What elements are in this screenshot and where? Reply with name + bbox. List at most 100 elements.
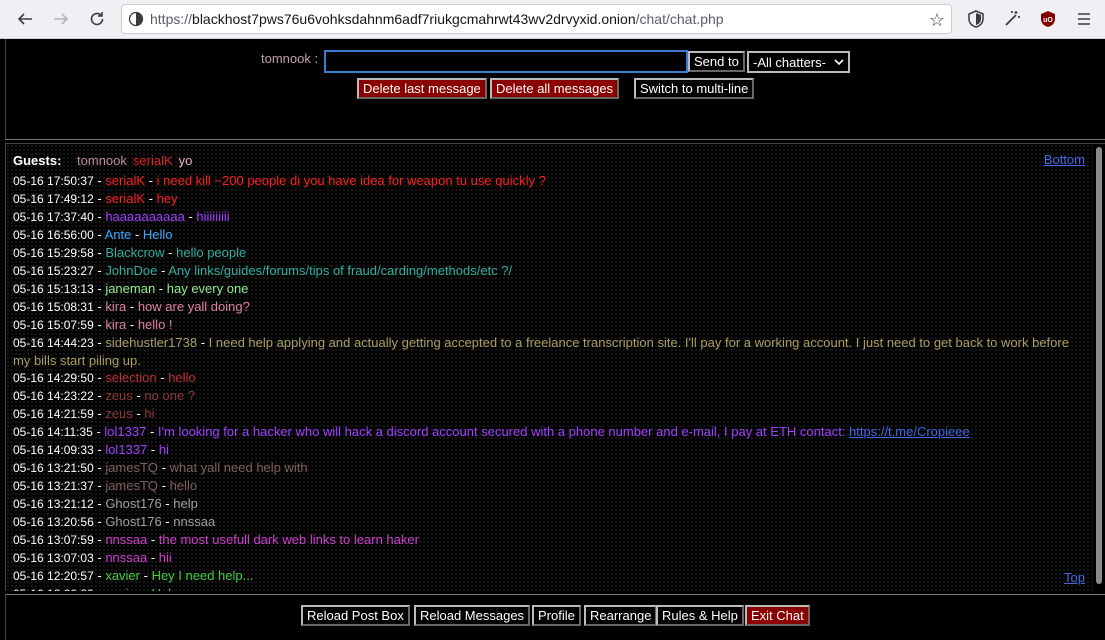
chat-message: 05-16 17:50:37 - serialK - i need kill ~… [13, 173, 546, 188]
message-text: Any links/guides/forums/tips of fraud/ca… [168, 263, 513, 278]
message-timestamp: 05-16 12:20:57 [13, 569, 94, 583]
recipient-select[interactable]: -All chatters- [747, 51, 850, 73]
bottom-link[interactable]: Bottom [1044, 152, 1085, 167]
message-text: I'm looking for a hacker who will hack a… [157, 424, 850, 439]
message-text: hello people [176, 245, 247, 260]
scrollbar-thumb[interactable] [1096, 147, 1102, 584]
message-text: hello [168, 370, 196, 385]
top-link[interactable]: Top [1064, 570, 1085, 585]
message-author: selection [105, 370, 157, 385]
forward-button[interactable] [46, 4, 76, 34]
message-text: hay every one [166, 281, 249, 296]
message-text: hey [156, 191, 178, 206]
profile-button[interactable]: Profile [532, 605, 581, 626]
message-author: nnssaa [105, 550, 148, 565]
message-timestamp: 05-16 15:07:59 [13, 318, 94, 332]
guest-name: serialK [132, 153, 173, 168]
message-input[interactable] [324, 50, 688, 73]
chat-message: 05-16 14:09:33 - lol1337 - hi [13, 442, 169, 457]
message-text: hiiiiiiiii [196, 209, 230, 224]
browser-toolbar: https://blackhost7pws76u6vohksdahnm6adf7… [0, 0, 1105, 39]
message-text: Help me up [152, 586, 218, 591]
post-box-frame: tomnook : Send to -All chatters- Delete … [5, 39, 1105, 140]
chat-message: 05-16 14:23:22 - zeus - no one ? [13, 388, 195, 403]
delete-all-messages-button[interactable]: Delete all messages [490, 78, 620, 99]
delete-last-message-button[interactable]: Delete last message [357, 78, 487, 99]
chat-message: 05-16 15:29:58 - Blackcrow - hello peopl… [13, 245, 247, 260]
bookmark-star-icon[interactable]: ☆ [929, 10, 945, 31]
message-list: 05-16 17:50:37 - serialK - i need kill ~… [13, 172, 1083, 591]
message-timestamp: 05-16 16:56:00 [13, 228, 94, 242]
message-author: xavier [105, 586, 140, 591]
reload-post-box-button[interactable]: Reload Post Box [301, 605, 410, 626]
message-text: hii [158, 550, 172, 565]
message-timestamp: 05-16 13:07:59 [13, 533, 94, 547]
chat-message: 05-16 15:13:13 - janeman - hay every one [13, 281, 249, 296]
message-text: hi [158, 442, 169, 457]
address-bar[interactable]: https://blackhost7pws76u6vohksdahnm6adf7… [121, 4, 952, 34]
magic-wand-icon[interactable] [1001, 8, 1023, 30]
scrollbar[interactable] [1093, 144, 1105, 591]
message-timestamp: 05-16 14:11:35 [13, 425, 93, 439]
message-author: Ghost176 [105, 514, 162, 529]
send-button[interactable]: Send to [688, 51, 745, 72]
chat-message: 05-16 13:21:50 - jamesTQ - what yall nee… [13, 460, 308, 475]
reload-messages-button[interactable]: Reload Messages [414, 605, 531, 626]
message-timestamp: 05-16 12:20:29 [13, 587, 94, 591]
chat-message: 05-16 15:23:27 - JohnDoe - Any links/gui… [13, 263, 513, 278]
message-text: Hello [142, 227, 173, 242]
svg-text:uO: uO [1043, 17, 1053, 24]
message-timestamp: 05-16 15:13:13 [13, 282, 94, 296]
chat-message: 05-16 15:08:31 - kira - how are yall doi… [13, 299, 250, 314]
message-text: hi [144, 406, 155, 421]
message-timestamp: 05-16 15:08:31 [13, 300, 94, 314]
back-arrow-icon [17, 13, 32, 25]
shield-icon[interactable] [965, 8, 987, 30]
message-timestamp: 05-16 13:07:03 [13, 551, 94, 565]
ublock-icon[interactable]: uO [1037, 8, 1059, 30]
switch-multiline-button[interactable]: Switch to multi-line [634, 78, 755, 99]
message-author: lol1337 [105, 442, 148, 457]
chat-message: 05-16 14:29:50 - selection - hello [13, 370, 196, 385]
recipient-selected-value: -All chatters- [753, 54, 826, 70]
message-text: Hey I need help... [151, 568, 254, 583]
chat-message: 05-16 13:20:56 - Ghost176 - nnssaa [13, 514, 216, 529]
chat-message: 05-16 14:11:35 - lol1337 - I'm looking f… [13, 424, 970, 439]
guests-list: Guests: tomnook serialK yo [13, 153, 192, 168]
chat-message: 05-16 16:56:00 - Ante - Hello [13, 227, 173, 242]
message-timestamp: 05-16 15:29:58 [13, 246, 94, 260]
rearrange-button[interactable]: Rearrange [584, 605, 658, 626]
message-author: kira [105, 317, 127, 332]
reload-button[interactable] [82, 4, 112, 34]
chat-message: 05-16 13:07:03 - nnssaa - hii [13, 550, 172, 565]
message-author: lol1337 [104, 424, 147, 439]
url-text: https://blackhost7pws76u6vohksdahnm6adf7… [150, 11, 724, 27]
message-text: nnssaa [173, 514, 216, 529]
message-timestamp: 05-16 17:50:37 [13, 174, 94, 188]
controls-frame: Reload Post Box Reload Messages Profile … [5, 594, 1105, 640]
chat-message: 05-16 17:37:40 - haaaaaaaaaa - hiiiiiiii… [13, 209, 230, 224]
message-timestamp: 05-16 14:21:59 [13, 407, 94, 421]
message-author: JohnDoe [105, 263, 158, 278]
chat-message: 05-16 12:20:29 - xavier - Help me up [13, 585, 1083, 591]
message-timestamp: 05-16 15:23:27 [13, 264, 94, 278]
back-button[interactable] [10, 4, 40, 34]
chat-message: 05-16 14:44:23 - sidehustler1738 - I nee… [13, 335, 1069, 368]
chat-message: 05-16 13:21:12 - Ghost176 - help [13, 496, 198, 511]
message-author: jamesTQ [105, 460, 159, 475]
message-link[interactable]: https://t.me/Cropieee [849, 424, 970, 439]
message-timestamp: 05-16 14:29:50 [13, 371, 94, 385]
own-nickname: tomnook : [261, 51, 319, 66]
message-text: what yall need help with [169, 460, 308, 475]
message-author: serialK [105, 191, 146, 206]
chat-message: 05-16 13:21:37 - jamesTQ - hello [13, 478, 198, 493]
exit-chat-button[interactable]: Exit Chat [745, 605, 810, 626]
chat-message: 05-16 12:20:57 - xavier - Hey I need hel… [13, 568, 254, 583]
chat-message: 05-16 13:07:59 - nnssaa - the most usefu… [13, 532, 419, 547]
reload-icon [90, 12, 104, 26]
guest-name: tomnook [77, 153, 127, 168]
chat-message: 05-16 15:07:59 - kira - hello ! [13, 317, 173, 332]
message-author: haaaaaaaaaa [105, 209, 185, 224]
rules-help-button[interactable]: Rules & Help [656, 605, 744, 626]
menu-icon[interactable] [1073, 8, 1095, 30]
